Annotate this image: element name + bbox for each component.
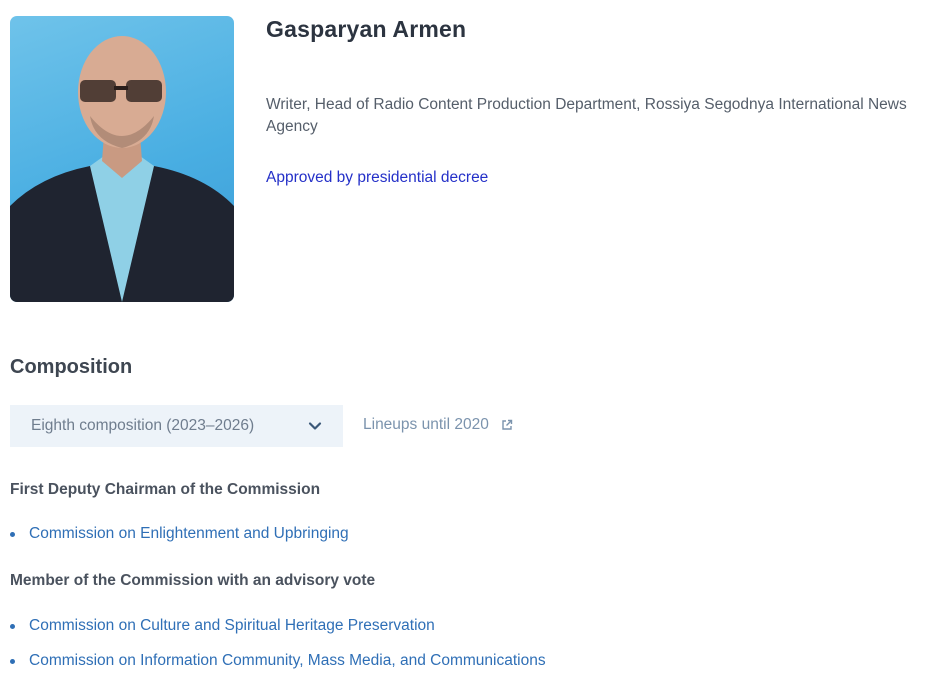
commission-link-label: Commission on Information Community, Mas… xyxy=(29,652,546,669)
bullet xyxy=(10,624,15,629)
person-position: Writer, Head of Radio Content Production… xyxy=(266,96,907,135)
approval-link[interactable]: Approved by presidential decree xyxy=(266,169,488,187)
commission-link-label: Commission on Culture and Spiritual Heri… xyxy=(29,617,435,634)
person-name: Gasparyan Armen xyxy=(266,16,467,42)
bullet xyxy=(10,532,15,537)
composition-select[interactable]: Eighth composition (2023–2026) xyxy=(10,405,343,447)
commission-link-label: Commission on Enlightenment and Upbringi… xyxy=(29,525,349,542)
chevron-down-icon xyxy=(308,422,322,430)
composition-title: Composition xyxy=(10,356,133,378)
profile-photo xyxy=(10,16,234,302)
role-heading: Member of the Commission with an advisor… xyxy=(10,572,376,589)
external-link-icon xyxy=(502,419,513,430)
commission-link[interactable]: Commission on Enlightenment and Upbringi… xyxy=(10,525,349,543)
lineups-link[interactable]: Lineups until 2020 xyxy=(363,416,513,434)
lineups-link-label: Lineups until 2020 xyxy=(363,416,489,433)
bullet xyxy=(10,659,15,664)
role-heading: First Deputy Chairman of the Commission xyxy=(10,481,321,498)
composition-select-value: Eighth composition (2023–2026) xyxy=(31,417,255,434)
commission-link[interactable]: Commission on Information Community, Mas… xyxy=(10,652,546,670)
commission-link[interactable]: Commission on Culture and Spiritual Heri… xyxy=(10,617,435,635)
